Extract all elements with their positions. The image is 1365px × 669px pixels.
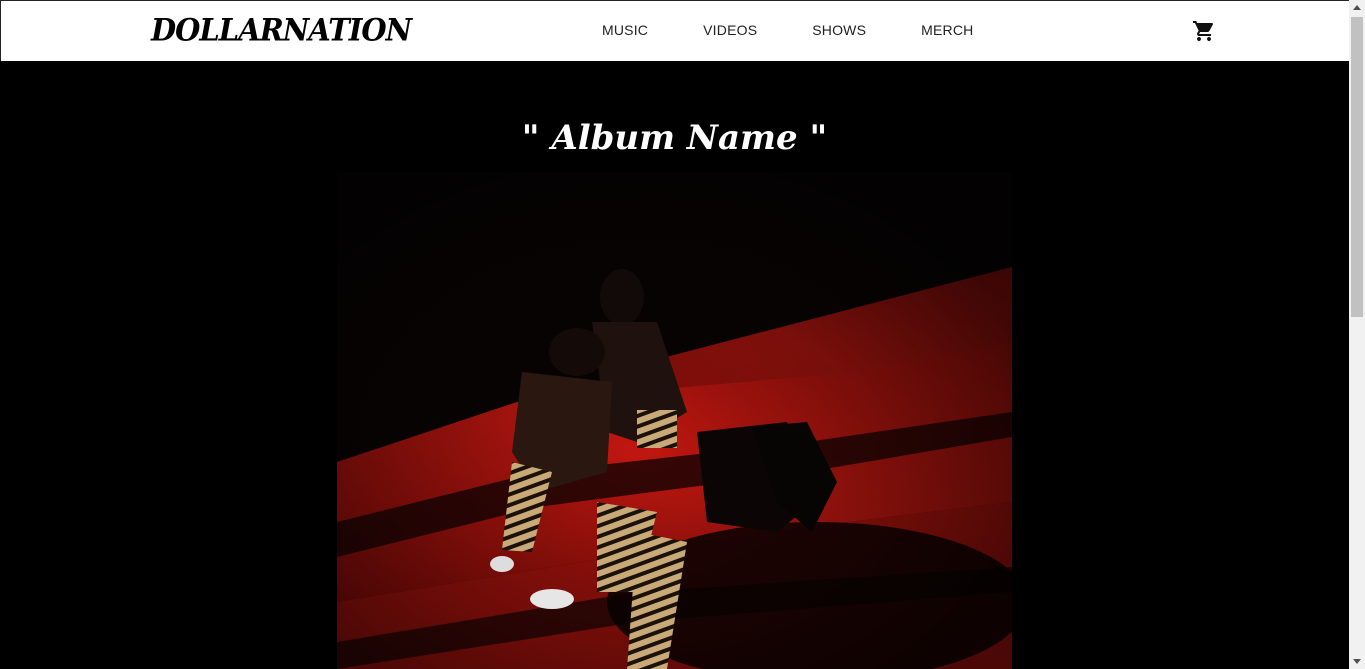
main-nav: MUSIC VIDEOS SHOWS MERCH [602,22,1028,38]
scrollbar-thumb[interactable] [1351,17,1363,317]
page-viewport: DOLLARNATION MUSIC VIDEOS SHOWS MERCH " … [0,0,1349,669]
nav-videos-link[interactable]: VIDEOS [703,22,757,38]
nav-merch-link[interactable]: MERCH [921,22,973,38]
scroll-up-arrow-icon[interactable] [1349,0,1365,16]
vertical-scrollbar[interactable] [1349,0,1365,669]
shopping-cart-icon[interactable] [1192,19,1216,43]
nav-shows-link[interactable]: SHOWS [812,22,866,38]
album-cover-image[interactable] [337,172,1012,669]
top-navbar: DOLLARNATION MUSIC VIDEOS SHOWS MERCH [0,0,1349,61]
scroll-down-arrow-icon[interactable] [1349,653,1365,669]
album-title: " Album Name " [521,118,828,158]
site-logo[interactable]: DOLLARNATION [151,12,412,48]
nav-music-link[interactable]: MUSIC [602,22,648,38]
